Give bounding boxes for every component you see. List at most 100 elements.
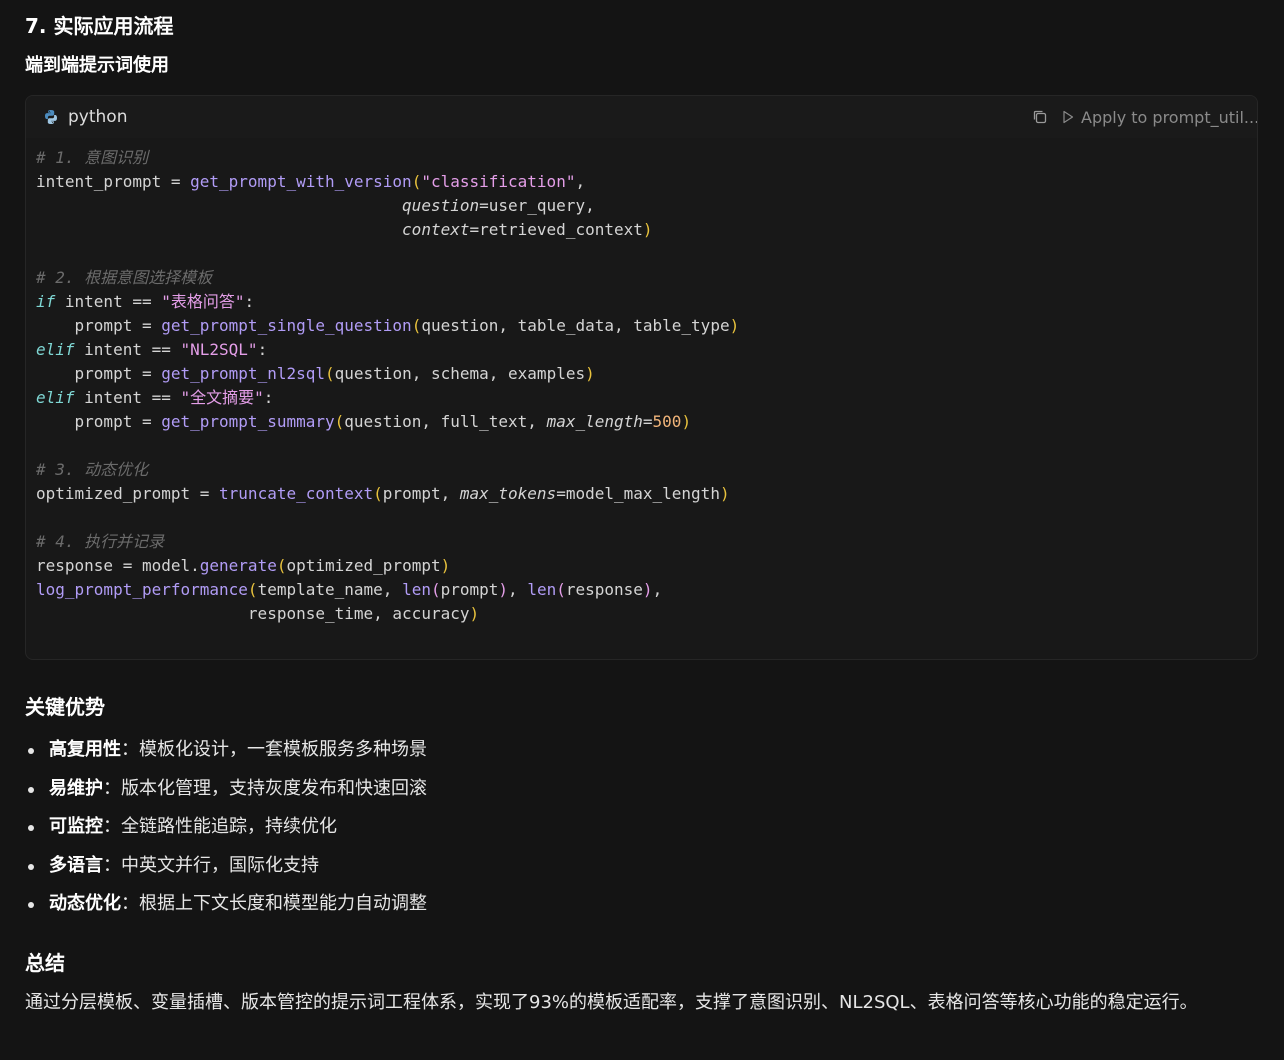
code-token: elif: [36, 388, 75, 407]
code-token: "NL2SQL": [180, 340, 258, 359]
code-line: prompt = get_prompt_summary(question, fu…: [36, 410, 739, 434]
advantage-item: 高复用性：模板化设计，一套模板服务多种场景: [25, 737, 427, 776]
code-token: if: [36, 292, 56, 311]
advantage-label: 易维护: [49, 777, 103, 799]
code-token: ): [440, 556, 451, 575]
play-icon: [1063, 110, 1074, 124]
code-token: "classification": [421, 172, 576, 191]
code-content[interactable]: # 1. 意图识别 intent_prompt = get_prompt_with…: [36, 146, 739, 626]
code-line: if intent == "表格问答":: [36, 290, 739, 314]
code-token: ): [642, 580, 653, 599]
code-token: intent ==: [74, 388, 181, 407]
code-token: (: [411, 316, 422, 335]
code-line: # 1. 意图识别: [36, 146, 739, 170]
code-block: python Apply to prompt_util.... # 1. 意图识…: [25, 95, 1258, 660]
code-token: get_prompt_with_version: [190, 172, 412, 191]
code-token: response_time, accuracy: [36, 604, 470, 623]
bullet-icon: [28, 786, 34, 793]
code-token: question: [402, 196, 480, 215]
code-token: ): [719, 484, 730, 503]
apply-button-label: Apply to prompt_util....: [1081, 107, 1258, 127]
subsection-heading: 端到端提示词使用: [25, 55, 169, 76]
code-token: template_name,: [257, 580, 403, 599]
code-token: context: [402, 220, 470, 239]
code-token: prompt,: [382, 484, 460, 503]
code-line: intent_prompt = get_prompt_with_version(…: [36, 170, 739, 194]
code-token: (: [411, 172, 422, 191]
copy-icon[interactable]: [1032, 109, 1048, 125]
code-line: prompt = get_prompt_single_question(ques…: [36, 314, 740, 338]
code-line: # 3. 动态优化: [36, 458, 739, 482]
code-token: elif: [36, 340, 75, 359]
code-token: ,: [652, 580, 663, 599]
code-line: log_prompt_performance ( template_name, le…: [36, 578, 739, 602]
code-token: ): [642, 220, 653, 239]
bullet-icon: [28, 748, 34, 754]
code-token: question, table_data, table_type: [421, 316, 730, 335]
code-token: ): [681, 412, 692, 431]
code-token: prompt =: [36, 364, 162, 383]
code-line: response = model.generate(optimized_prom…: [36, 554, 739, 578]
code-token: question, full_text,: [344, 412, 547, 431]
code-token: intent_prompt =: [36, 172, 191, 191]
code-token: (: [556, 580, 566, 599]
section-heading: 7. 实际应用流程: [25, 14, 174, 38]
code-token: ,: [575, 172, 586, 191]
python-icon: [43, 109, 59, 125]
code-token: get_prompt_nl2sql: [161, 364, 325, 383]
code-token: =: [642, 412, 653, 431]
code-line: prompt = get_prompt_nl2sql(question, sch…: [36, 362, 739, 386]
code-token: intent ==: [55, 292, 162, 311]
code-token: get_prompt_summary: [161, 412, 335, 431]
code-token: optimized_prompt =: [36, 484, 220, 503]
advantage-item: 易维护：版本化管理，支持灰度发布和快速回滚: [25, 776, 427, 815]
code-token: # 1. 意图识别: [36, 148, 149, 167]
code-token: prompt =: [36, 316, 162, 335]
code-token: =user_query,: [479, 196, 595, 215]
bullet-icon: [28, 863, 34, 870]
code-token: generate: [199, 556, 277, 575]
code-token: ): [729, 316, 740, 335]
code-token: "全文摘要": [180, 388, 264, 407]
code-line: context=retrieved_context): [36, 218, 739, 242]
code-line: question=user_query,: [36, 194, 739, 218]
advantages-heading: 关键优势: [25, 695, 105, 719]
code-token: response = model.: [36, 556, 200, 575]
code-token: (: [430, 580, 441, 599]
code-line: response_time, accuracy): [36, 602, 739, 626]
code-token: (: [334, 412, 345, 431]
advantage-item: 多语言：中英文并行，国际化支持: [25, 853, 427, 892]
advantage-text: ：全链路性能追踪，持续优化: [103, 816, 337, 837]
code-token: :: [257, 340, 268, 359]
code-token: =model_max_length: [556, 484, 720, 503]
apply-to-file-button[interactable]: Apply to prompt_util....: [1062, 106, 1258, 128]
advantage-text: ：根据上下文长度和模型能力自动调整: [121, 893, 427, 914]
advantage-label: 动态优化: [49, 893, 121, 914]
code-line: optimized_prompt = truncate_context(prom…: [36, 482, 739, 506]
summary-heading: 总结: [25, 951, 65, 975]
advantage-label: 多语言: [49, 854, 103, 876]
code-line: # 2. 根据意图选择模板: [36, 266, 739, 290]
summary-paragraph: 通过分层模板、变量插槽、版本管控的提示词工程体系，实现了93%的模板适配率，支撑…: [25, 992, 1198, 1013]
code-token: prompt =: [36, 412, 162, 431]
code-line: elif intent == "NL2SQL":: [36, 338, 739, 362]
code-token: log_prompt_performance: [36, 580, 248, 599]
code-token: len: [402, 580, 431, 599]
advantage-label: 高复用性: [49, 739, 121, 760]
code-token: # 4. 执行并记录: [36, 532, 165, 551]
code-token: len: [527, 580, 557, 599]
code-token: max_length: [546, 412, 643, 431]
code-token: truncate_context: [219, 484, 374, 503]
code-token: =retrieved_context: [469, 220, 643, 239]
code-token: # 2. 根据意图选择模板: [36, 268, 213, 287]
advantage-text: ：模板化设计，一套模板服务多种场景: [121, 739, 427, 760]
code-token: ): [469, 604, 480, 623]
bullet-icon: [28, 902, 34, 908]
code-line: elif intent == "全文摘要":: [36, 386, 739, 410]
code-token: get_prompt_single_question: [161, 316, 412, 335]
